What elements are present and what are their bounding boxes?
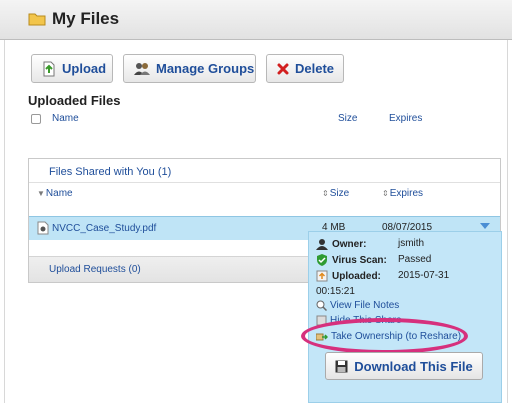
delete-button-label: Delete (295, 61, 335, 76)
divider (29, 182, 500, 183)
user-icon (316, 239, 328, 250)
select-all-checkbox[interactable] (31, 114, 41, 124)
upload-button-label: Upload (62, 61, 107, 76)
virus-scan-row: Virus Scan: (316, 254, 387, 266)
folder-icon (28, 13, 46, 26)
view-file-notes-link[interactable]: View File Notes (316, 300, 399, 311)
uploaded-row: Uploaded: (316, 270, 381, 282)
uploaded-files-heading: Uploaded Files (28, 93, 121, 108)
sort-updown-icon: ⇕ (322, 189, 329, 198)
owner-value: jsmith (398, 238, 425, 249)
sort-down-icon: ▼ (37, 189, 45, 198)
upload-icon (316, 270, 328, 282)
delete-button[interactable]: Delete (266, 54, 344, 83)
annotation-highlight-ellipse (301, 318, 468, 354)
manage-groups-button[interactable]: Manage Groups (123, 54, 256, 83)
uploaded-date: 2015-07-31 (398, 270, 450, 281)
floppy-disk-icon (335, 360, 348, 372)
uploaded-col-size[interactable]: Size (338, 113, 357, 124)
shield-check-icon (317, 254, 327, 266)
delete-x-icon (277, 63, 289, 74)
uploaded-col-name[interactable]: Name (52, 113, 79, 124)
shared-col-expires[interactable]: ⇕Expires (382, 188, 423, 199)
shared-files-heading[interactable]: Files Shared with You (1) (49, 166, 171, 178)
manage-groups-label: Manage Groups (156, 61, 255, 76)
upload-requests-label[interactable]: Upload Requests (0) (49, 264, 141, 275)
file-name-link[interactable]: NVCC_Case_Study.pdf (37, 221, 156, 235)
upload-button[interactable]: Upload (31, 54, 113, 83)
virus-scan-value: Passed (398, 254, 432, 265)
shared-col-size[interactable]: ⇕Size (322, 188, 349, 199)
download-file-button[interactable]: Download This File (325, 352, 483, 380)
uploaded-col-expires[interactable]: Expires (389, 113, 422, 124)
pdf-file-icon (37, 221, 49, 235)
chevron-down-icon[interactable] (480, 223, 490, 229)
shared-col-name[interactable]: ▼Name (37, 188, 73, 199)
sort-updown-icon: ⇕ (382, 189, 389, 198)
title-bar: My Files (0, 0, 512, 40)
upload-icon (43, 61, 55, 76)
page-title: My Files (52, 9, 120, 28)
uploaded-time: 00:15:21 (316, 286, 355, 297)
group-icon (134, 62, 150, 75)
owner-row: Owner: (316, 238, 366, 250)
magnifier-icon (316, 300, 327, 311)
